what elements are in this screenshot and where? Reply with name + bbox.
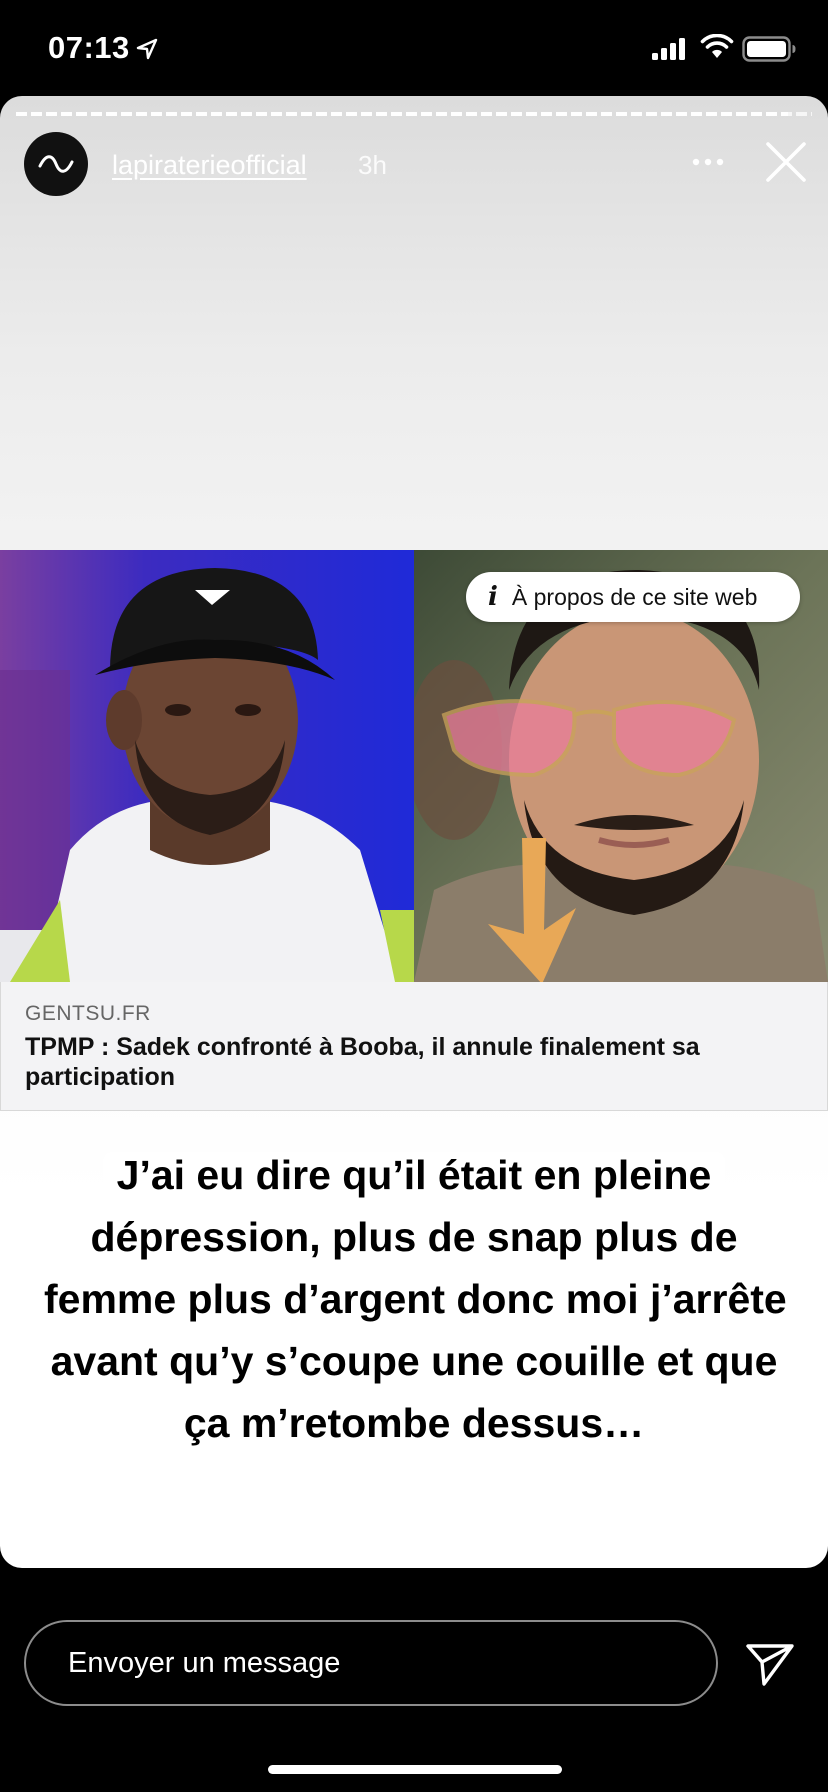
story-text-overlay: J’ai eu dire qu’il était en pleine dépre… [30, 1144, 801, 1454]
article-caption[interactable]: GENTSU.FR TPMP : Sadek confronté à Booba… [0, 982, 828, 1111]
article-photos: i À propos de ce site web [0, 550, 828, 982]
article-card[interactable]: i À propos de ce site web GENTSU.FR TPMP… [0, 550, 828, 1112]
arrow-down-icon [488, 838, 576, 982]
info-icon: i [488, 582, 498, 612]
home-indicator [268, 1765, 562, 1774]
close-icon[interactable] [764, 140, 808, 184]
message-placeholder: Envoyer un message [68, 1647, 341, 1679]
send-icon[interactable] [744, 1640, 796, 1688]
more-icon[interactable] [690, 152, 726, 172]
article-site: GENTSU.FR [25, 1002, 151, 1025]
story-progress-bar [16, 112, 812, 116]
message-input[interactable]: Envoyer un message [24, 1620, 718, 1706]
status-time: 07:13 [48, 30, 130, 65]
story-username[interactable]: lapiraterieofficial [112, 150, 307, 181]
avatar-wave-icon [38, 155, 74, 173]
signal-icon [652, 38, 685, 60]
avatar[interactable] [24, 132, 88, 196]
status-bar: 07:13 [0, 0, 828, 96]
story-time-ago: 3h [358, 150, 387, 180]
battery-icon [742, 36, 796, 62]
wifi-icon [700, 34, 734, 58]
about-site-button[interactable]: i À propos de ce site web [466, 572, 800, 622]
article-headline: TPMP : Sadek confronté à Booba, il annul… [25, 1033, 700, 1091]
location-arrow-icon [136, 38, 158, 60]
overlay-text: J’ai eu dire qu’il était en pleine dépre… [30, 1152, 801, 1446]
progress-fill [16, 112, 789, 116]
photo-left-booba [0, 550, 414, 982]
about-site-label: À propos de ce site web [511, 583, 758, 610]
story-card[interactable]: lapiraterieofficial 3h i À propos de ce … [0, 96, 828, 1568]
